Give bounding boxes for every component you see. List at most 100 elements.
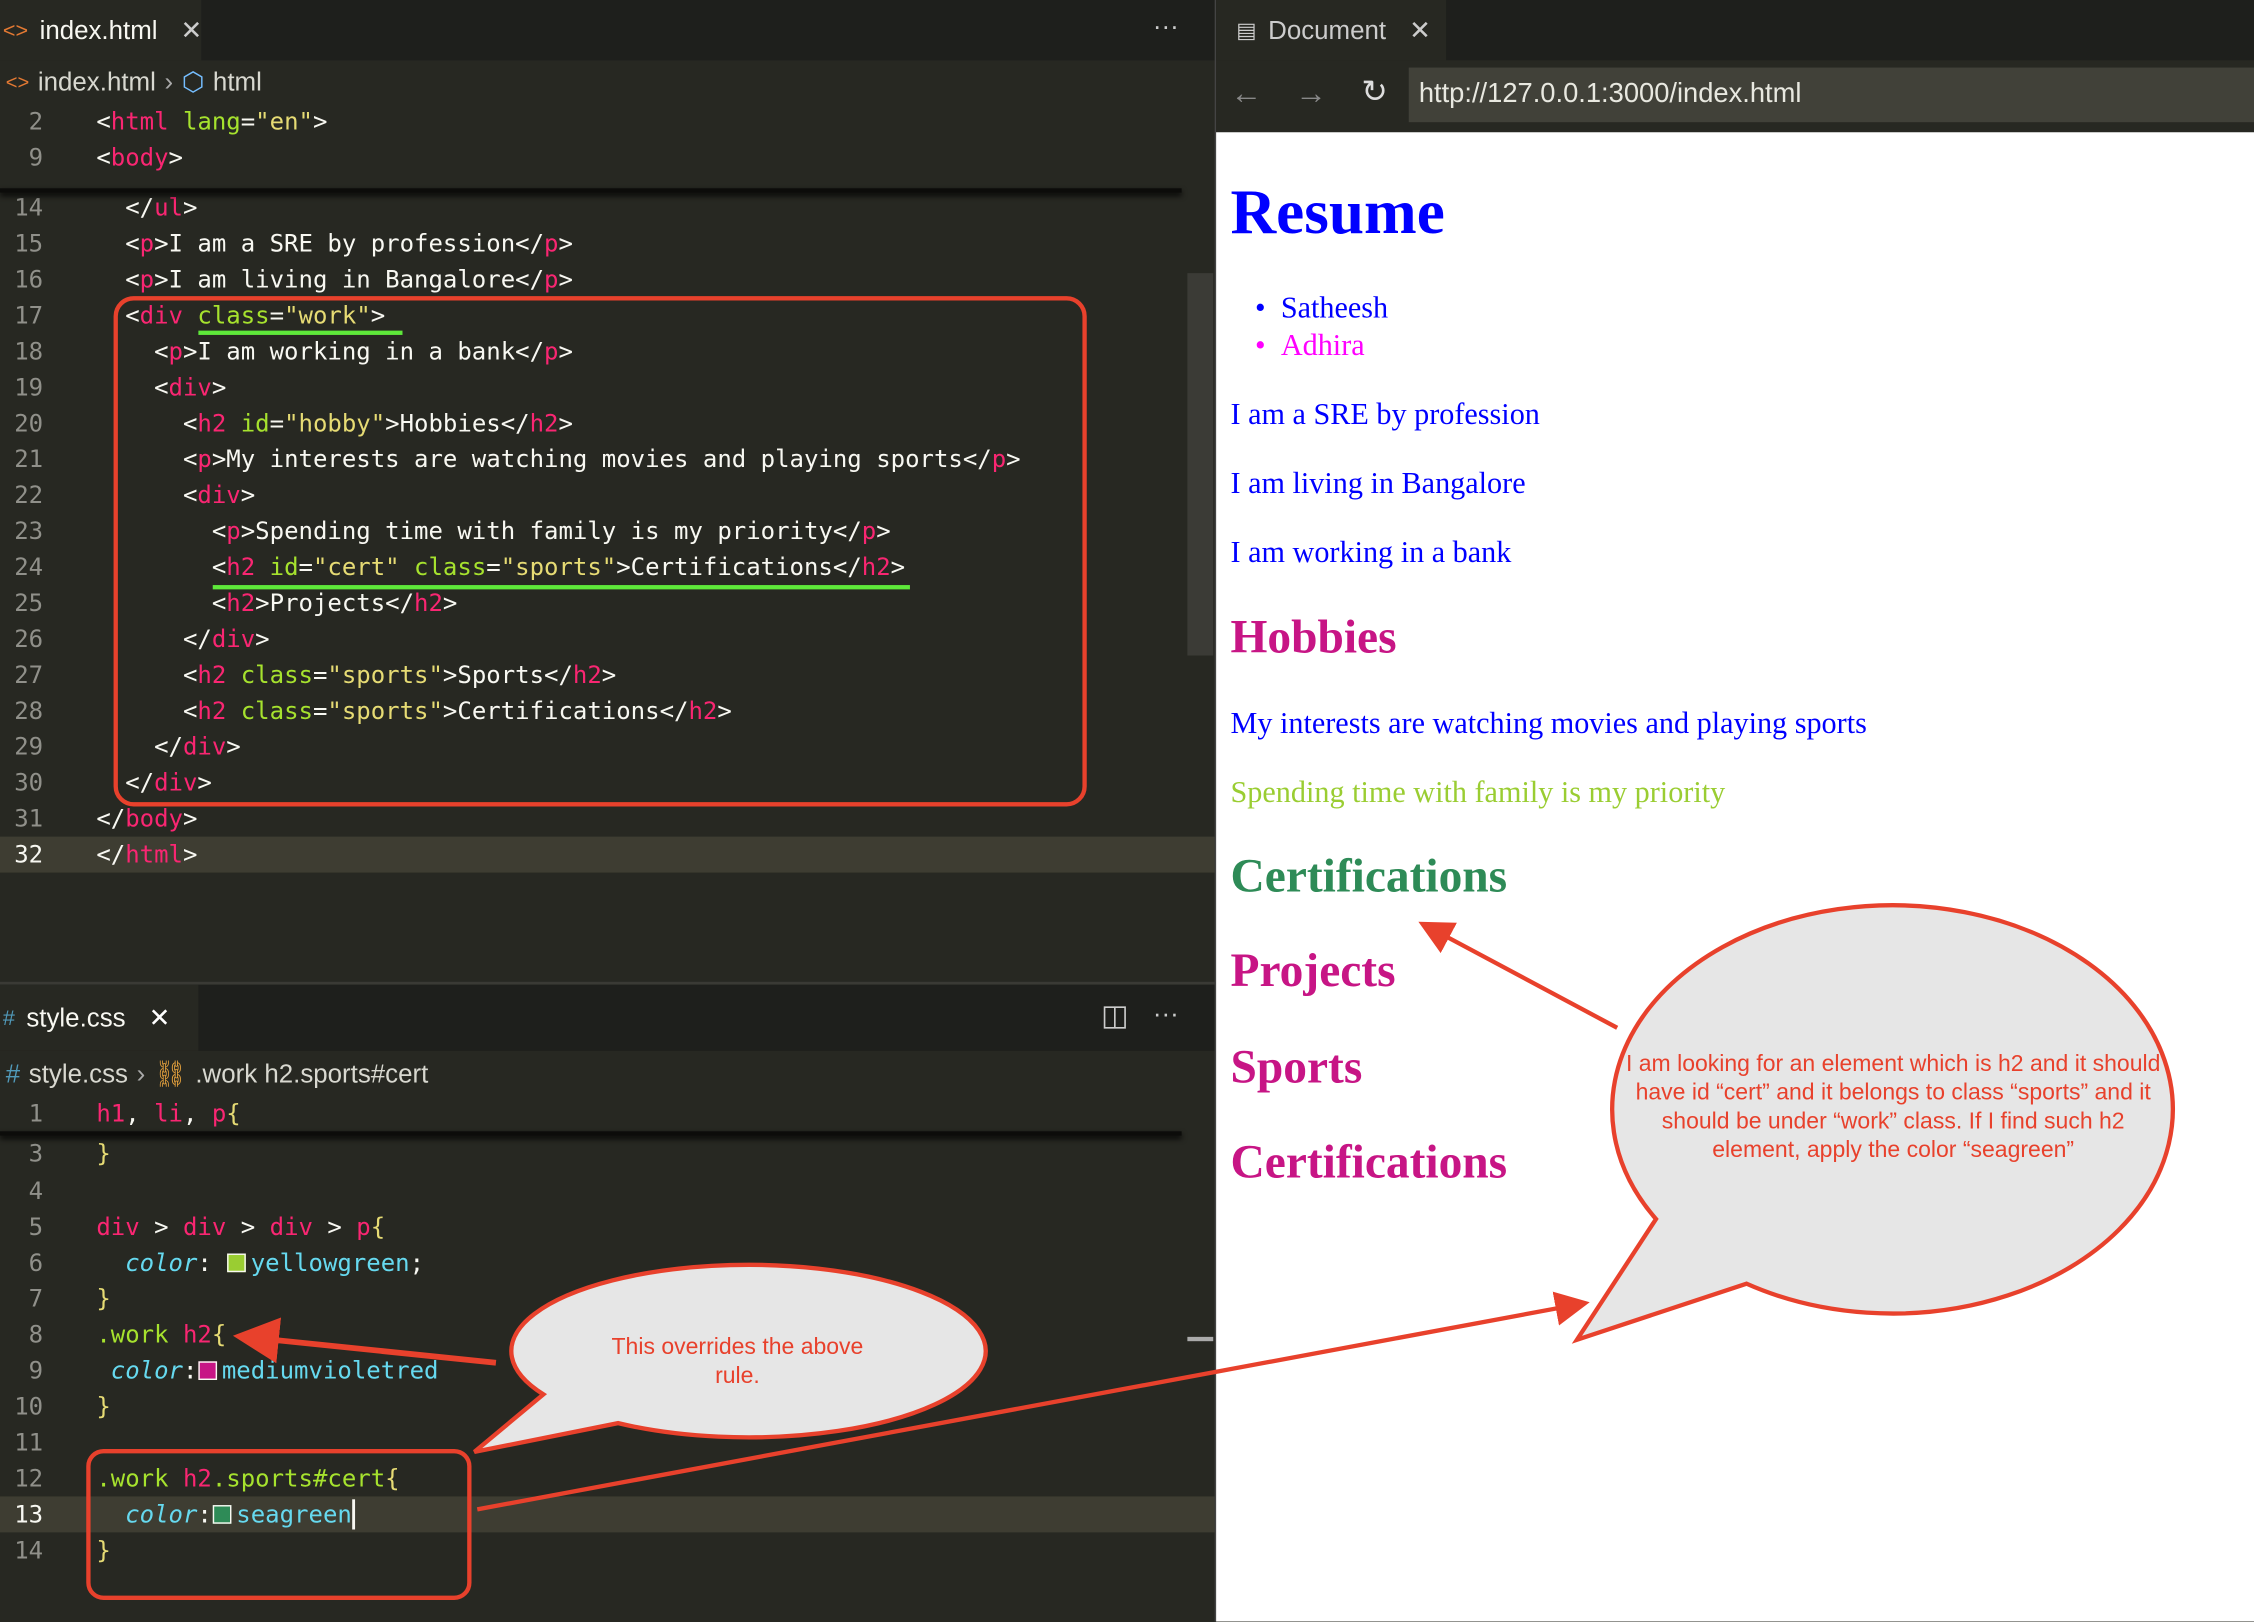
code-token: body: [125, 803, 183, 833]
code-token: ,: [125, 1098, 155, 1127]
line-number: 5: [28, 1211, 44, 1241]
code-token: body: [110, 142, 169, 172]
code-line[interactable]: 6 color: yellowgreen;: [0, 1245, 1215, 1281]
code-token: p: [544, 264, 559, 294]
page-h2: Certifications: [1230, 851, 1508, 903]
code-token: >: [154, 228, 169, 258]
override-note: This overrides the above rule.: [611, 1335, 864, 1389]
code-line[interactable]: 7}: [0, 1281, 1215, 1317]
line-number: 32: [14, 839, 44, 869]
code-token: ;: [409, 1247, 425, 1277]
code-token: <: [96, 142, 111, 172]
code-token: h2: [182, 1319, 212, 1349]
code-line[interactable]: 3}: [0, 1136, 1215, 1172]
more-actions-button[interactable]: ···: [1153, 999, 1179, 1029]
page-h2: Projects: [1230, 945, 1396, 998]
line-number: 15: [14, 228, 44, 258]
tab-index-html[interactable]: <> index.html ✕: [0, 0, 203, 61]
code-line[interactable]: 5 div > div > div > p{: [0, 1209, 1215, 1245]
line-text: }: [96, 1281, 110, 1317]
line-number: 23: [14, 516, 44, 545]
code-token: {: [226, 1098, 241, 1127]
url-input[interactable]: http://127.0.0.1:3000/index.html: [1408, 67, 2254, 123]
close-icon[interactable]: ✕: [149, 1003, 171, 1033]
code-line[interactable]: 1 h1, li, p{: [0, 1095, 1215, 1131]
sticky-scroll-shadow: [0, 1131, 1182, 1136]
code-token: div: [269, 1211, 313, 1241]
more-actions-button[interactable]: ···: [1153, 12, 1179, 42]
line-number: 14: [14, 192, 44, 222]
line-text: </ul>: [96, 190, 197, 226]
code-line[interactable]: 10}: [0, 1389, 1215, 1425]
html-highlight-box: [113, 296, 1087, 807]
code-token: div: [182, 1211, 227, 1241]
html-file-icon: <>: [2, 17, 29, 43]
line-text: <body>: [96, 139, 183, 175]
line-number: 30: [14, 767, 44, 797]
code-token: </: [96, 803, 126, 833]
code-token: mediumvioletred: [221, 1355, 439, 1385]
code-token: >: [139, 1211, 183, 1241]
page-h1: Resume: [1230, 176, 1445, 248]
code-token: I am living in Bangalore: [168, 264, 516, 294]
breadcrumb-element[interactable]: html: [213, 67, 262, 97]
selector-icon: ⛓: [153, 1058, 187, 1088]
page-li: Satheesh: [1255, 290, 1388, 326]
code-token: "en": [255, 106, 313, 136]
code-token: <: [125, 264, 140, 294]
code-token: li: [154, 1098, 183, 1127]
code-token: {: [370, 1211, 386, 1241]
forward-arrow-icon[interactable]: →: [1295, 75, 1327, 112]
line-number: 18: [14, 336, 44, 366]
page-li: Adhira: [1255, 328, 1365, 364]
breadcrumb-file[interactable]: style.css: [29, 1059, 128, 1089]
preview-icon: ▤: [1236, 18, 1257, 44]
code-token: p: [139, 264, 155, 294]
code-token: color: [125, 1247, 198, 1277]
tab-style-css[interactable]: # style.css ✕: [0, 984, 199, 1051]
line-number: 3: [28, 1138, 44, 1168]
screen: <> index.html ✕ ··· <> index.html › ⬡ ht…: [0, 0, 2254, 1622]
color-swatch-icon: [227, 1253, 247, 1273]
line-number: 14: [14, 1535, 44, 1564]
code-line[interactable]: 16 <p>I am living in Bangalore</p>: [0, 262, 1215, 298]
close-icon[interactable]: ✕: [181, 15, 203, 45]
code-line[interactable]: 4: [0, 1173, 1215, 1209]
code-token: >: [182, 192, 198, 222]
code-line[interactable]: 9 <body>: [0, 139, 1215, 175]
html-file-icon: <>: [5, 70, 30, 94]
split-editor-icon[interactable]: ◫: [1101, 998, 1128, 1034]
code-token: p: [139, 228, 155, 258]
line-number: 20: [14, 408, 44, 437]
code-line[interactable]: 14 </ul>: [0, 190, 1215, 226]
code-line[interactable]: 32 </html>: [0, 836, 1215, 873]
code-token: <: [125, 228, 140, 258]
code-line[interactable]: 2 <html lang="en">: [0, 104, 1215, 140]
breadcrumb-file[interactable]: index.html: [38, 67, 156, 97]
code-token: >: [182, 839, 198, 869]
page-p: My interests are watching movies and pla…: [1230, 705, 1867, 741]
code-token: >: [558, 264, 573, 294]
scrollbar-thumb[interactable]: [1187, 273, 1214, 656]
line-number: 26: [14, 623, 44, 653]
line-number: 21: [14, 444, 44, 473]
code-token: }: [96, 1391, 111, 1421]
reload-icon[interactable]: ↻: [1361, 73, 1388, 110]
css-highlight-box: [86, 1449, 472, 1600]
tab-document[interactable]: ▤ Document ✕: [1216, 0, 1447, 61]
close-icon[interactable]: ✕: [1409, 15, 1431, 45]
page-p: I am living in Bangalore: [1230, 465, 1526, 501]
code-line[interactable]: 15 <p>I am a SRE by profession</p>: [0, 226, 1215, 262]
line-number: 13: [14, 1499, 44, 1529]
back-arrow-icon[interactable]: ←: [1231, 75, 1263, 112]
line-text: </html>: [96, 837, 197, 873]
chevron-right-icon: ›: [136, 1058, 146, 1088]
code-token: h1: [96, 1098, 126, 1127]
line-number: 10: [14, 1391, 44, 1421]
code-token: >: [154, 264, 169, 294]
selector-note: I am looking for an element which is h2 …: [1625, 1052, 2161, 1163]
element-cube-icon: ⬡: [181, 66, 205, 96]
breadcrumb-selector[interactable]: .work h2.sports#cert: [195, 1059, 428, 1089]
